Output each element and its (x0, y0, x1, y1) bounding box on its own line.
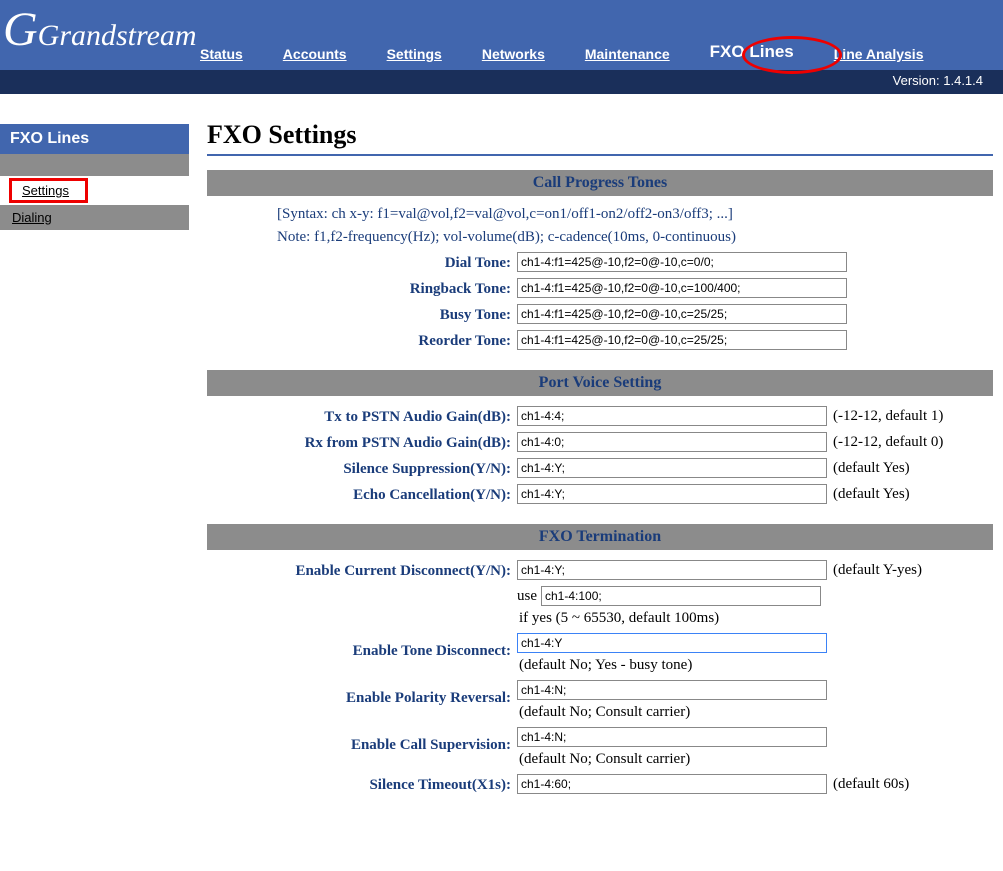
silence-supp-hint: (default Yes) (833, 460, 910, 477)
en-call-sup-hint: (default No; Consult carrier) (519, 751, 690, 768)
section-port-voice-setting: Port Voice Setting (207, 370, 993, 396)
nav-status[interactable]: Status (200, 46, 243, 62)
explain-note: Note: f1,f2-frequency(Hz); vol-volume(dB… (277, 229, 993, 246)
nav-line-analysis[interactable]: Line Analysis (834, 46, 924, 62)
tx-gain-input[interactable] (517, 406, 827, 426)
silence-timeout-hint: (default 60s) (833, 776, 909, 793)
en-tone-disc-hint: (default No; Yes - busy tone) (519, 657, 692, 674)
en-call-sup-label: Enable Call Supervision: (207, 727, 517, 754)
busy-tone-label: Busy Tone: (207, 304, 517, 324)
sidebar: FXO Lines Settings Dialing (0, 94, 189, 810)
sidebar-item-dialing[interactable]: Dialing (0, 205, 189, 230)
rx-gain-label: Rx from PSTN Audio Gain(dB): (207, 432, 517, 452)
en-pol-rev-label: Enable Polarity Reversal: (207, 680, 517, 707)
en-call-sup-input[interactable] (517, 727, 827, 747)
ringback-tone-label: Ringback Tone: (207, 278, 517, 298)
echo-cancel-label: Echo Cancellation(Y/N): (207, 484, 517, 504)
cur-disc-use-hint: if yes (5 ~ 65530, default 100ms) (519, 610, 719, 627)
silence-supp-label: Silence Suppression(Y/N): (207, 458, 517, 478)
section-fxo-termination: FXO Termination (207, 524, 993, 550)
en-tone-disc-label: Enable Tone Disconnect: (207, 633, 517, 660)
reorder-tone-label: Reorder Tone: (207, 330, 517, 350)
version-bar: Version: 1.4.1.4 (0, 70, 1003, 94)
tx-gain-hint: (-12-12, default 1) (833, 408, 943, 425)
title-rule (207, 154, 993, 156)
en-pol-rev-hint: (default No; Consult carrier) (519, 704, 690, 721)
page-title: FXO Settings (207, 120, 993, 154)
en-cur-disc-label: Enable Current Disconnect(Y/N): (207, 560, 517, 580)
silence-supp-input[interactable] (517, 458, 827, 478)
nav-maintenance[interactable]: Maintenance (585, 46, 670, 62)
dial-tone-label: Dial Tone: (207, 252, 517, 272)
section-call-progress-tones: Call Progress Tones (207, 170, 993, 196)
echo-cancel-input[interactable] (517, 484, 827, 504)
en-pol-rev-input[interactable] (517, 680, 827, 700)
sidebar-item-settings[interactable]: Settings (10, 179, 87, 202)
sidebar-head: FXO Lines (0, 124, 189, 154)
rx-gain-input[interactable] (517, 432, 827, 452)
busy-tone-input[interactable] (517, 304, 847, 324)
main-content: FXO Settings Call Progress Tones [Syntax… (189, 94, 1003, 810)
brand-logo: GGrandstream (3, 2, 197, 57)
tx-gain-label: Tx to PSTN Audio Gain(dB): (207, 406, 517, 426)
reorder-tone-input[interactable] (517, 330, 847, 350)
top-nav: Status Accounts Settings Networks Mainte… (200, 42, 924, 70)
sidebar-gap (0, 154, 189, 176)
silence-timeout-label: Silence Timeout(X1s): (207, 774, 517, 794)
nav-accounts[interactable]: Accounts (283, 46, 347, 62)
ringback-tone-input[interactable] (517, 278, 847, 298)
cur-disc-use-pre: use (517, 588, 537, 605)
rx-gain-hint: (-12-12, default 0) (833, 434, 943, 451)
silence-timeout-input[interactable] (517, 774, 827, 794)
dial-tone-input[interactable] (517, 252, 847, 272)
en-tone-disc-input[interactable] (517, 633, 827, 653)
top-header: GGrandstream Status Accounts Settings Ne… (0, 0, 1003, 70)
version-text: Version: 1.4.1.4 (893, 73, 983, 88)
nav-fxo-lines[interactable]: FXO Lines (710, 42, 794, 62)
cur-disc-use-input[interactable] (541, 586, 821, 606)
en-cur-disc-hint: (default Y-yes) (833, 562, 922, 579)
nav-settings[interactable]: Settings (387, 46, 442, 62)
syntax-note: [Syntax: ch x-y: f1=val@vol,f2=val@vol,c… (277, 206, 993, 223)
en-cur-disc-input[interactable] (517, 560, 827, 580)
nav-networks[interactable]: Networks (482, 46, 545, 62)
echo-cancel-hint: (default Yes) (833, 486, 910, 503)
